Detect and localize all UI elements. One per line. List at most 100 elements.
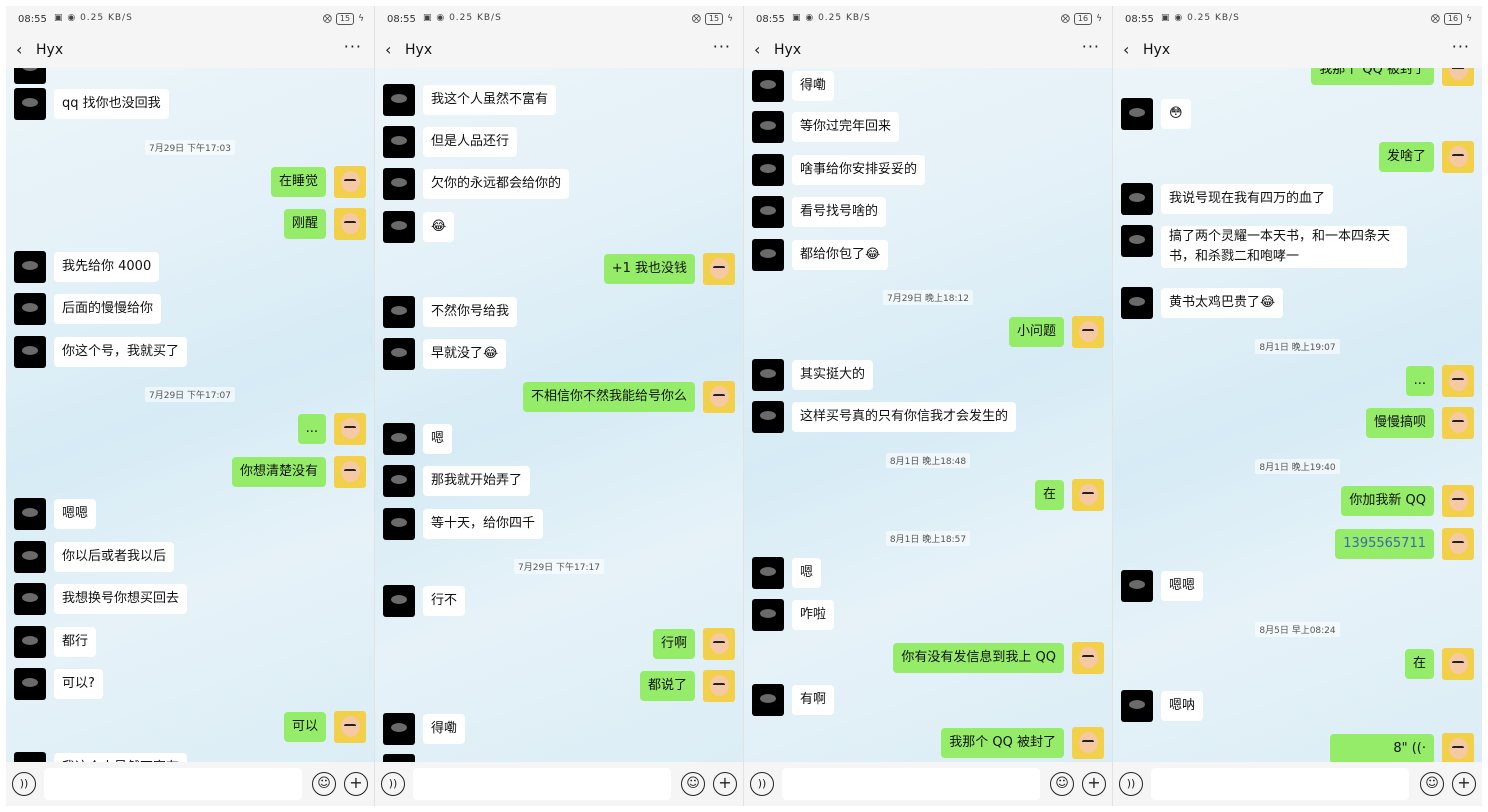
message-bubble[interactable]: 嗯呐 (1161, 691, 1204, 721)
contact-avatar[interactable] (14, 668, 46, 700)
my-avatar[interactable] (1442, 407, 1474, 439)
contact-avatar[interactable] (383, 423, 415, 455)
message-bubble[interactable]: 嗯嗯 (1161, 571, 1204, 601)
my-avatar[interactable] (703, 253, 735, 285)
my-avatar[interactable] (1442, 68, 1474, 86)
emoji-icon[interactable]: ☺ (681, 772, 705, 796)
message-bubble[interactable]: 都说了 (639, 671, 695, 701)
message-list[interactable]: 我这个人虽然不富有 但是人品还行 欠你的永远都会给你的 😂 +1 我也没钱 不然… (375, 68, 743, 762)
emoji-icon[interactable]: ☺ (1050, 772, 1074, 796)
contact-avatar[interactable] (14, 583, 46, 615)
my-avatar[interactable] (703, 670, 735, 702)
more-options-icon[interactable]: ··· (344, 37, 362, 56)
message-bubble[interactable]: 😂 (423, 212, 455, 242)
plus-icon[interactable]: + (1452, 772, 1476, 796)
my-avatar[interactable] (334, 413, 366, 445)
message-bubble[interactable]: 咋啦 (792, 600, 835, 630)
contact-avatar[interactable] (383, 754, 415, 762)
my-avatar[interactable] (1442, 485, 1474, 517)
message-bubble[interactable]: 刚醒 (283, 209, 326, 239)
contact-avatar[interactable] (752, 359, 784, 391)
contact-avatar[interactable] (383, 338, 415, 370)
my-avatar[interactable] (334, 711, 366, 743)
contact-avatar[interactable] (1121, 98, 1153, 130)
plus-icon[interactable]: + (344, 772, 368, 796)
message-bubble[interactable]: 😳 (1161, 99, 1191, 129)
contact-avatar[interactable] (752, 154, 784, 186)
my-avatar[interactable] (334, 166, 366, 198)
message-bubble[interactable]: 得嘞 (423, 714, 466, 744)
message-bubble[interactable]: 在 (1404, 649, 1434, 679)
contact-avatar[interactable] (383, 585, 415, 617)
message-bubble[interactable]: 你这个号，我就买了 (54, 337, 188, 367)
message-bubble[interactable]: 行不 (423, 586, 466, 616)
voice-message-bubble[interactable]: 8" ((· (1330, 734, 1434, 762)
contact-avatar[interactable] (1121, 570, 1153, 602)
contact-avatar[interactable] (14, 336, 46, 368)
my-avatar[interactable] (1442, 528, 1474, 560)
back-icon[interactable]: ‹ (754, 40, 760, 59)
contact-avatar[interactable] (752, 70, 784, 102)
message-bubble[interactable]: 早就没了😂 (423, 339, 507, 369)
my-avatar[interactable] (1442, 648, 1474, 680)
contact-avatar[interactable] (383, 465, 415, 497)
message-bubble[interactable]: 小问题 (1008, 317, 1064, 347)
message-bubble[interactable]: 欠你的永远都会给你的 (423, 169, 570, 199)
message-bubble[interactable]: 等你过完年回来 (792, 112, 900, 142)
message-bubble[interactable]: +1 我也没钱 (603, 254, 695, 284)
my-avatar[interactable] (334, 208, 366, 240)
voice-input-icon[interactable]: )) (1119, 772, 1143, 796)
message-bubble[interactable]: 我这个人虽然不富有 (423, 85, 557, 115)
my-avatar[interactable] (1072, 642, 1104, 674)
contact-avatar[interactable] (752, 111, 784, 143)
message-bubble[interactable]: qq 找你也没回我 (54, 89, 169, 119)
my-avatar[interactable] (1072, 316, 1104, 348)
message-bubble[interactable]: 可以? (54, 669, 103, 699)
message-bubble[interactable]: 我那个 QQ 被封了 (941, 728, 1064, 758)
contact-avatar[interactable] (752, 684, 784, 716)
message-bubble[interactable]: 看号找号啥的 (792, 197, 887, 227)
my-avatar[interactable] (1072, 479, 1104, 511)
message-bubble[interactable]: 嗯嗯 (54, 499, 97, 529)
contact-avatar[interactable] (14, 541, 46, 573)
contact-avatar[interactable] (752, 196, 784, 228)
message-bubble[interactable]: 我说号现在我有四万的血了 (1161, 184, 1334, 214)
message-bubble[interactable]: 行啊 (652, 629, 695, 659)
contact-avatar[interactable] (752, 557, 784, 589)
message-bubble[interactable]: 我先给你 4000 (54, 252, 160, 282)
message-bubble[interactable]: 黄书太鸡巴贵了😂 (1161, 288, 1284, 318)
message-bubble[interactable]: 这样买号真的只有你信我才会发生的 (792, 402, 1017, 432)
contact-avatar[interactable] (14, 251, 46, 283)
contact-avatar[interactable] (14, 498, 46, 530)
message-bubble[interactable]: 其实挺大的 (792, 360, 874, 390)
my-avatar[interactable] (1442, 365, 1474, 397)
my-avatar[interactable] (703, 381, 735, 413)
message-bubble[interactable]: 我那个 QQ 被封了 (1311, 68, 1434, 85)
plus-icon[interactable]: + (1082, 772, 1106, 796)
voice-input-icon[interactable]: )) (381, 772, 405, 796)
message-bubble[interactable]: 我这个人虽然不富有 (54, 753, 188, 762)
contact-avatar[interactable] (383, 508, 415, 540)
qq-number-link[interactable]: 1395565711 (1335, 529, 1434, 559)
message-bubble[interactable]: 你想清楚没有 (231, 457, 326, 487)
message-bubble[interactable]: 搞了两个灵耀一本天书，和一本四条天书，和杀戮二和咆哮一 (1161, 226, 1407, 268)
back-icon[interactable]: ‹ (385, 40, 391, 59)
message-input[interactable] (1151, 768, 1409, 800)
contact-avatar[interactable] (752, 239, 784, 271)
message-bubble[interactable]: 慢慢搞呗 (1365, 408, 1434, 438)
message-list[interactable]: 得嘞 等你过完年回来 啥事给你安排妥妥的 看号找号啥的 都给你包了😂 7月29日… (744, 68, 1112, 762)
more-options-icon[interactable]: ··· (1082, 37, 1100, 56)
message-bubble[interactable]: 那我就开始弄了 (423, 466, 531, 496)
message-bubble[interactable]: ... (297, 414, 326, 444)
message-bubble[interactable]: 在睡觉 (270, 167, 326, 197)
more-options-icon[interactable]: ··· (1452, 37, 1470, 56)
message-input[interactable] (413, 768, 671, 800)
my-avatar[interactable] (1442, 141, 1474, 173)
plus-icon[interactable]: + (713, 772, 737, 796)
message-bubble[interactable]: 嗯 (792, 558, 822, 588)
contact-avatar[interactable] (752, 401, 784, 433)
message-bubble[interactable]: 发啥了 (1378, 142, 1434, 172)
message-input[interactable] (782, 768, 1040, 800)
my-avatar[interactable] (1442, 733, 1474, 762)
message-bubble[interactable]: ... (1405, 366, 1434, 396)
